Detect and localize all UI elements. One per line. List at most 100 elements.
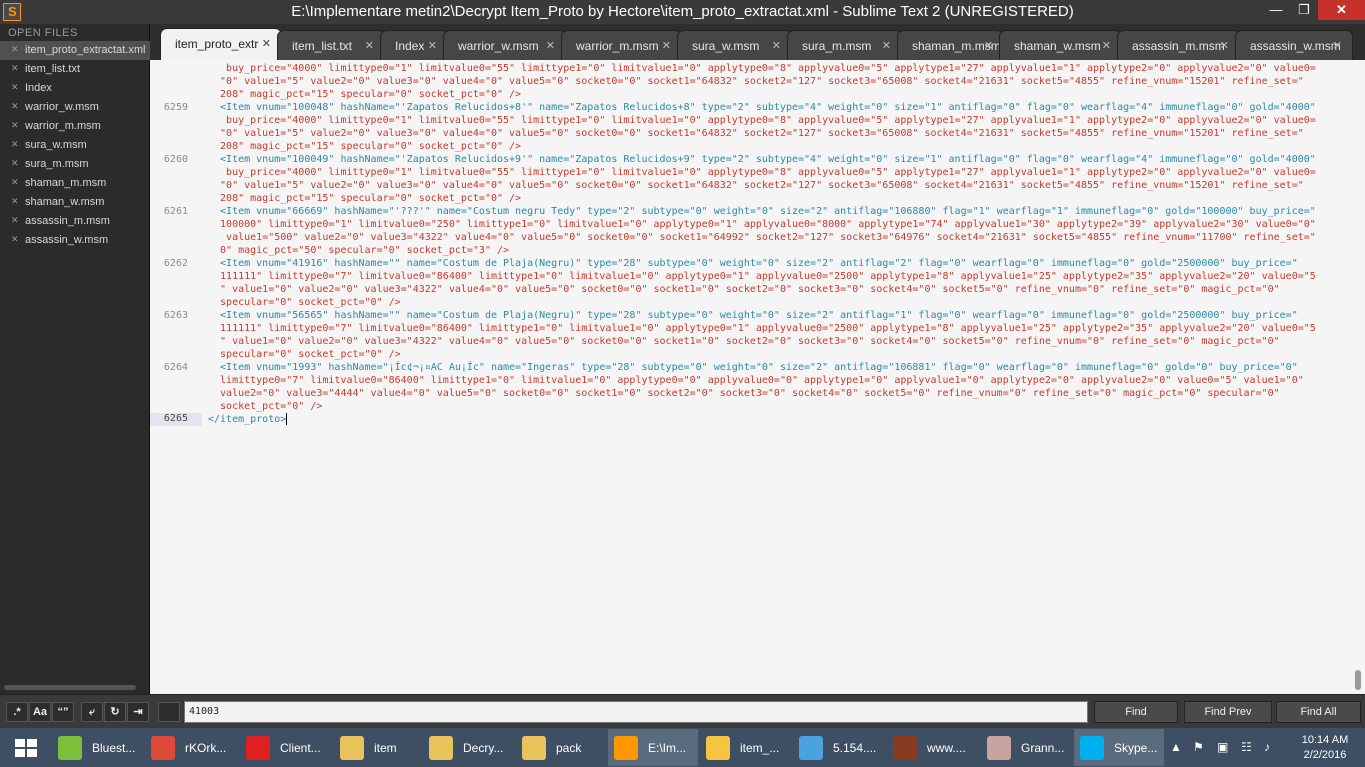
start-button[interactable] xyxy=(0,728,52,767)
close-file-icon[interactable]: ✕ xyxy=(11,177,19,188)
close-file-icon[interactable]: ✕ xyxy=(11,158,19,169)
tab-close-icon[interactable]: ✕ xyxy=(662,39,671,52)
code-line[interactable]: "0" value1="5" value2="0" value3="0" val… xyxy=(208,127,1304,140)
code-area[interactable]: buy_price="4000" limittype0="1" limitval… xyxy=(208,60,1348,694)
editor-tab[interactable]: shaman_w.msm ✕ xyxy=(999,30,1122,60)
code-line[interactable]: 208" magic_pct="15" specular="0" socket_… xyxy=(208,88,521,101)
code-line[interactable]: 0" magic_pct="50" specular="0" socket_pc… xyxy=(208,244,509,257)
open-file-item[interactable]: ✕ item_proto_extractat.xml xyxy=(0,41,150,60)
editor[interactable]: 6259 6260 6261 6262 6263 6264 6265 buy_price="… xyxy=(150,60,1365,694)
show-hidden-icons-icon[interactable]: ▲ xyxy=(1170,740,1182,756)
tab-close-icon[interactable]: ✕ xyxy=(1220,39,1229,52)
open-file-item[interactable]: ✕ assassin_m.msm xyxy=(0,212,150,231)
open-file-item[interactable]: ✕ sura_w.msm xyxy=(0,136,150,155)
open-file-item[interactable]: ✕ sura_m.msm xyxy=(0,155,150,174)
taskbar-app[interactable]: pack xyxy=(516,729,606,766)
editor-tab[interactable]: item_list.txt ✕ xyxy=(277,30,385,60)
taskbar-app[interactable]: item xyxy=(334,729,424,766)
editor-tab[interactable]: assassin_m.msm ✕ xyxy=(1117,30,1240,60)
code-line[interactable]: buy_price="4000" limittype0="1" limitval… xyxy=(208,166,1316,179)
code-line[interactable]: value1="500" value2="0" value3="4322" va… xyxy=(208,231,1316,244)
code-line[interactable]: " value1="0" value2="0" value3="4322" va… xyxy=(208,283,1280,296)
editor-tab[interactable]: item_proto_extr ✕ xyxy=(160,28,282,60)
tab-close-icon[interactable]: ✕ xyxy=(772,39,781,52)
tab-close-icon[interactable]: ✕ xyxy=(428,39,437,52)
open-file-item[interactable]: ✕ shaman_w.msm xyxy=(0,193,150,212)
tab-close-icon[interactable]: ✕ xyxy=(262,37,271,50)
open-file-item[interactable]: ✕ warrior_m.msm xyxy=(0,117,150,136)
code-line[interactable]: <Item vnum="100049" hashName="'Zapatos R… xyxy=(208,153,1316,166)
tab-close-icon[interactable]: ✕ xyxy=(546,39,555,52)
minimize-button[interactable]: — xyxy=(1262,0,1290,20)
code-line[interactable]: "0" value1="5" value2="0" value3="0" val… xyxy=(208,179,1304,192)
find-input[interactable]: 41003 xyxy=(184,701,1088,723)
code-line[interactable]: 208" magic_pct="15" specular="0" socket_… xyxy=(208,192,521,205)
current-code-line[interactable]: </item_proto> xyxy=(208,413,288,426)
taskbar-app[interactable]: item_... xyxy=(700,729,790,766)
maximize-button[interactable]: ❐ xyxy=(1290,0,1318,20)
tab-close-icon[interactable]: ✕ xyxy=(984,39,993,52)
close-file-icon[interactable]: ✕ xyxy=(11,63,19,74)
close-file-icon[interactable]: ✕ xyxy=(11,44,19,55)
code-line[interactable]: <Item vnum="41916" hashName="" name="Cos… xyxy=(208,257,1298,270)
code-line[interactable]: socket_pct="0" /> xyxy=(208,400,322,413)
code-line[interactable]: specular="0" socket_pct="0" /> xyxy=(208,348,401,361)
close-file-icon[interactable]: ✕ xyxy=(11,101,19,112)
taskbar-app[interactable]: Skype... xyxy=(1074,729,1164,766)
editor-tab[interactable]: warrior_w.msm ✕ xyxy=(443,30,566,60)
open-file-item[interactable]: ✕ assassin_w.msm xyxy=(0,231,150,250)
action-center-flag-icon[interactable]: ⚑ xyxy=(1193,740,1204,756)
regex-toggle[interactable]: .* xyxy=(6,702,28,722)
taskbar-app[interactable]: rKOrk... xyxy=(145,729,235,766)
find-prev-button[interactable]: Find Prev xyxy=(1184,701,1272,723)
code-line[interactable]: " value1="0" value2="0" value3="4322" va… xyxy=(208,335,1280,348)
taskbar-app[interactable]: 5.154.... xyxy=(793,729,883,766)
editor-scrollbar[interactable] xyxy=(1353,60,1363,694)
close-button[interactable]: ✕ xyxy=(1318,0,1365,20)
open-file-item[interactable]: ✕ Index xyxy=(0,79,150,98)
open-file-item[interactable]: ✕ item_list.txt xyxy=(0,60,150,79)
tab-close-icon[interactable]: ✕ xyxy=(882,39,891,52)
editor-tab[interactable]: warrior_m.msm ✕ xyxy=(561,30,682,60)
code-line[interactable]: <Item vnum="56565" hashName="" name="Cos… xyxy=(208,309,1298,322)
tab-close-icon[interactable]: ✕ xyxy=(365,39,374,52)
close-file-icon[interactable]: ✕ xyxy=(11,82,19,93)
editor-tab[interactable]: sura_m.msm ✕ xyxy=(787,30,902,60)
taskbar-app[interactable]: Decry... xyxy=(423,729,513,766)
close-file-icon[interactable]: ✕ xyxy=(11,196,19,207)
close-file-icon[interactable]: ✕ xyxy=(11,120,19,131)
code-line[interactable]: value2="0" value3="4444" value4="0" valu… xyxy=(208,387,1280,400)
highlight-matches-toggle[interactable]: ⇥ xyxy=(127,702,149,722)
case-sensitive-toggle[interactable]: Aa xyxy=(29,702,51,722)
close-file-icon[interactable]: ✕ xyxy=(11,215,19,226)
display-icon[interactable]: ▣ xyxy=(1217,740,1228,756)
code-line[interactable]: 100000" limittype0="1" limitvalue0="250"… xyxy=(208,218,1316,231)
code-line[interactable]: <Item vnum="100048" hashName="'Zapatos R… xyxy=(208,101,1316,114)
close-file-icon[interactable]: ✕ xyxy=(11,139,19,150)
code-line[interactable]: <Item vnum="1993" hashName="¡Íc¢¬¡¤AC Au… xyxy=(208,361,1298,374)
in-selection-toggle[interactable]: ↻ xyxy=(104,702,126,722)
code-line[interactable]: "0" value1="5" value2="0" value3="0" val… xyxy=(208,75,1304,88)
tab-close-icon[interactable]: ✕ xyxy=(1102,39,1111,52)
open-file-item[interactable]: ✕ shaman_m.msm xyxy=(0,174,150,193)
taskbar-app[interactable]: Bluest... xyxy=(52,729,142,766)
find-options-toggle[interactable] xyxy=(158,702,180,722)
close-file-icon[interactable]: ✕ xyxy=(11,234,19,245)
code-line[interactable]: 208" magic_pct="15" specular="0" socket_… xyxy=(208,140,521,153)
editor-tab[interactable]: sura_w.msm ✕ xyxy=(677,30,792,60)
code-line[interactable]: limittype0="7" limitvalue0="86400" limit… xyxy=(208,374,1304,387)
taskbar-app[interactable]: E:\Im... xyxy=(608,729,698,766)
code-line[interactable]: 111111" limittype0="7" limitvalue0="8640… xyxy=(208,322,1316,335)
volume-icon[interactable]: ♪ xyxy=(1264,740,1270,756)
editor-tab[interactable]: shaman_m.msm ✕ xyxy=(897,30,1004,60)
scrollbar-thumb[interactable] xyxy=(1355,670,1361,690)
code-line[interactable]: buy_price="4000" limittype0="1" limitval… xyxy=(208,114,1316,127)
code-line[interactable]: <Item vnum="66669" hashName="'???'" name… xyxy=(208,205,1316,218)
clock[interactable]: 10:14 AM 2/2/2016 xyxy=(1290,733,1360,763)
code-line[interactable]: buy_price="4000" limittype0="1" limitval… xyxy=(208,62,1316,75)
tab-close-icon[interactable]: ✕ xyxy=(1333,39,1342,52)
editor-tab[interactable]: assassin_w.msm ✕ xyxy=(1235,30,1353,60)
sidebar-scrollbar[interactable] xyxy=(4,685,136,690)
whole-word-toggle[interactable]: “” xyxy=(52,702,74,722)
network-icon[interactable]: ☷ xyxy=(1241,740,1252,756)
